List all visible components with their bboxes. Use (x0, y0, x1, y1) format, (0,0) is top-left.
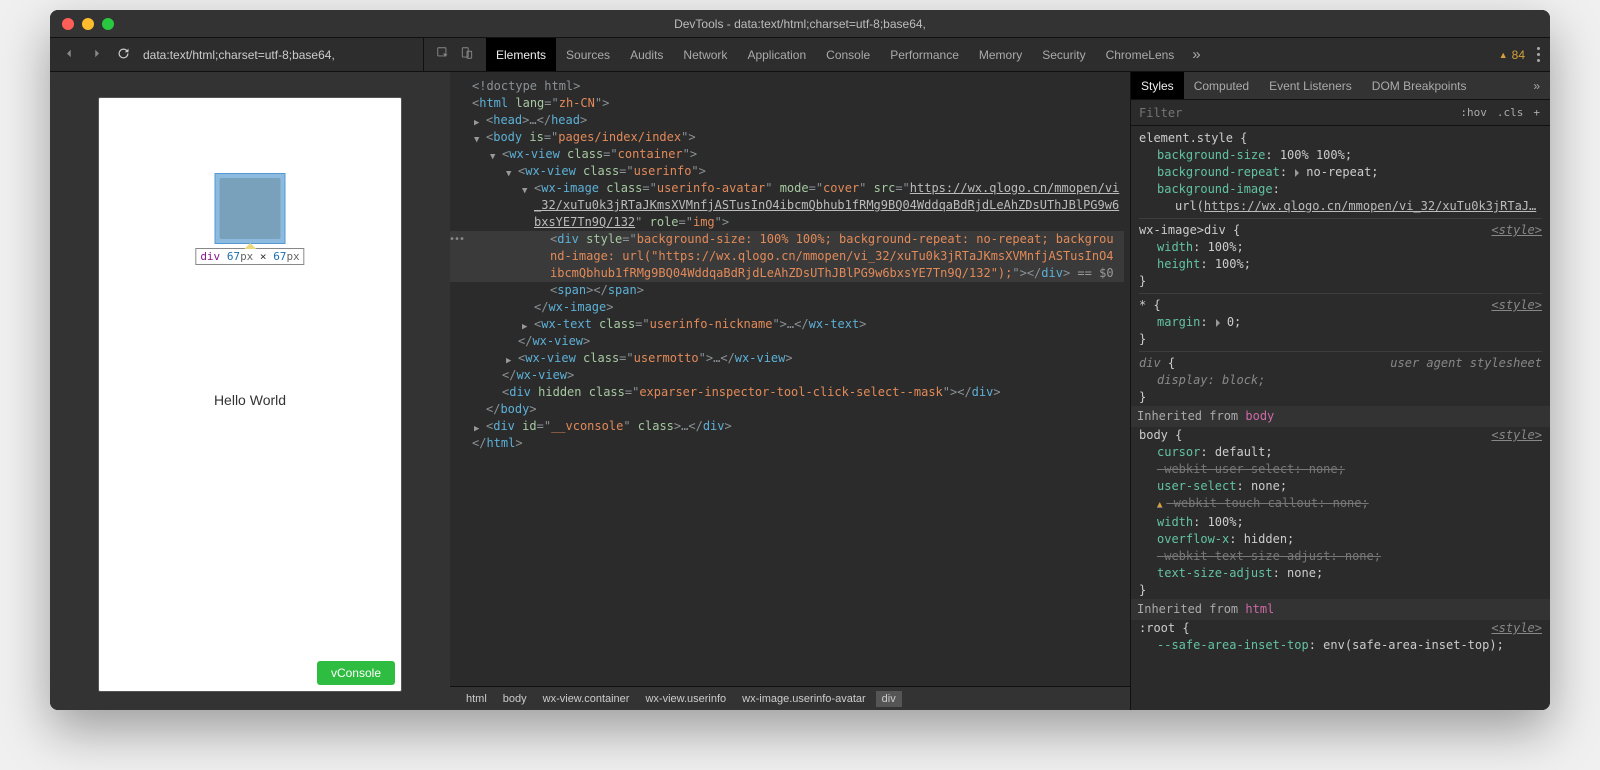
device-toggle-icon[interactable] (460, 46, 474, 63)
devtools-window: DevTools - data:text/html;charset=utf-8;… (50, 10, 1550, 710)
tab-performance[interactable]: Performance (880, 38, 969, 71)
main: div 67px × 67px Hello World vConsole <!d… (50, 72, 1550, 710)
inherited-separator: Inherited from html (1131, 599, 1550, 620)
dom-node[interactable]: </wx-view> (450, 333, 1124, 350)
more-tabs-icon[interactable]: » (1184, 38, 1208, 71)
back-icon[interactable] (62, 46, 77, 64)
elements-panel: <!doctype html> <html lang="zh-CN"> ▶<he… (450, 72, 1130, 710)
dom-node[interactable]: ▼<wx-image class="userinfo-avatar" mode=… (450, 180, 1124, 231)
sidebar-tabs: Styles Computed Event Listeners DOM Brea… (1131, 72, 1550, 100)
subtab-computed[interactable]: Computed (1184, 72, 1259, 99)
warnings-badge[interactable]: 84 (1499, 48, 1525, 62)
dom-node[interactable]: ▶<wx-view class="usermotto">…</wx-view> (450, 350, 1124, 367)
titlebar: DevTools - data:text/html;charset=utf-8;… (50, 10, 1550, 38)
dom-node[interactable]: ▼<body is="pages/index/index"> (450, 129, 1124, 146)
tab-security[interactable]: Security (1032, 38, 1095, 71)
tab-elements[interactable]: Elements (486, 38, 556, 71)
crumb[interactable]: body (497, 691, 533, 707)
dom-node[interactable]: <html lang="zh-CN"> (450, 95, 1124, 112)
highlighted-element (215, 173, 286, 244)
vconsole-button[interactable]: vConsole (317, 661, 395, 685)
panel-tabs: Elements Sources Audits Network Applicat… (486, 38, 1209, 71)
settings-menu-icon[interactable] (1537, 53, 1540, 56)
crumb[interactable]: wx-view.userinfo (639, 691, 732, 707)
dom-node[interactable]: </wx-view> (450, 367, 1124, 384)
dom-node[interactable]: </html> (450, 435, 1124, 452)
dom-node[interactable]: ▼<wx-view class="container"> (450, 146, 1124, 163)
dom-node[interactable]: </body> (450, 401, 1124, 418)
crumb[interactable]: wx-image.userinfo-avatar (736, 691, 872, 707)
page-preview: div 67px × 67px Hello World vConsole (50, 72, 450, 710)
window-title: DevTools - data:text/html;charset=utf-8;… (50, 17, 1550, 31)
tab-application[interactable]: Application (737, 38, 816, 71)
address-bar[interactable]: data:text/html;charset=utf-8;base64, (143, 38, 423, 71)
crumb[interactable]: wx-view.container (537, 691, 636, 707)
dimension-tooltip: div 67px × 67px (195, 248, 304, 265)
new-rule-button[interactable]: + (1533, 106, 1540, 119)
dom-tree[interactable]: <!doctype html> <html lang="zh-CN"> ▶<he… (450, 72, 1130, 686)
dom-node-selected[interactable]: <div style="background-size: 100% 100%; … (450, 231, 1124, 282)
tab-memory[interactable]: Memory (969, 38, 1032, 71)
subtab-dom-breakpoints[interactable]: DOM Breakpoints (1362, 72, 1477, 99)
toolbar: data:text/html;charset=utf-8;base64, Ele… (50, 38, 1550, 72)
subtab-event-listeners[interactable]: Event Listeners (1259, 72, 1362, 99)
breadcrumb: html body wx-view.container wx-view.user… (450, 686, 1130, 710)
dom-node[interactable]: ▶<div id="__vconsole" class>…</div> (450, 418, 1124, 435)
filter-row: :hov .cls + (1131, 100, 1550, 126)
filter-input[interactable] (1131, 106, 1460, 120)
dom-node[interactable]: ▶<wx-text class="userinfo-nickname">…</w… (450, 316, 1124, 333)
tab-network[interactable]: Network (673, 38, 737, 71)
styles-panel: Styles Computed Event Listeners DOM Brea… (1130, 72, 1550, 710)
cls-toggle[interactable]: .cls (1497, 106, 1524, 119)
tab-sources[interactable]: Sources (556, 38, 620, 71)
tab-console[interactable]: Console (816, 38, 880, 71)
dom-node[interactable]: </wx-image> (450, 299, 1124, 316)
dom-node[interactable]: <span></span> (450, 282, 1124, 299)
forward-icon[interactable] (89, 46, 104, 64)
crumb-active[interactable]: div (876, 691, 902, 707)
styles-list[interactable]: element.style { background-size: 100% 10… (1131, 126, 1550, 710)
dom-node[interactable]: <div hidden class="exparser-inspector-to… (450, 384, 1124, 401)
tab-chromelens[interactable]: ChromeLens (1096, 38, 1185, 71)
viewport[interactable]: div 67px × 67px Hello World vConsole (98, 97, 402, 692)
crumb[interactable]: html (460, 691, 493, 707)
inherited-separator: Inherited from body (1131, 406, 1550, 427)
refresh-icon[interactable] (116, 46, 131, 64)
hello-text: Hello World (99, 392, 401, 408)
inspect-element-icon[interactable] (436, 46, 450, 63)
dom-node[interactable]: ▶<head>…</head> (450, 112, 1124, 129)
dom-node[interactable]: ▼<wx-view class="userinfo"> (450, 163, 1124, 180)
dom-node[interactable]: <!doctype html> (450, 78, 1124, 95)
tab-audits[interactable]: Audits (620, 38, 673, 71)
subtab-styles[interactable]: Styles (1131, 72, 1184, 99)
hov-toggle[interactable]: :hov (1460, 106, 1487, 119)
subtab-more-icon[interactable]: » (1523, 72, 1550, 99)
